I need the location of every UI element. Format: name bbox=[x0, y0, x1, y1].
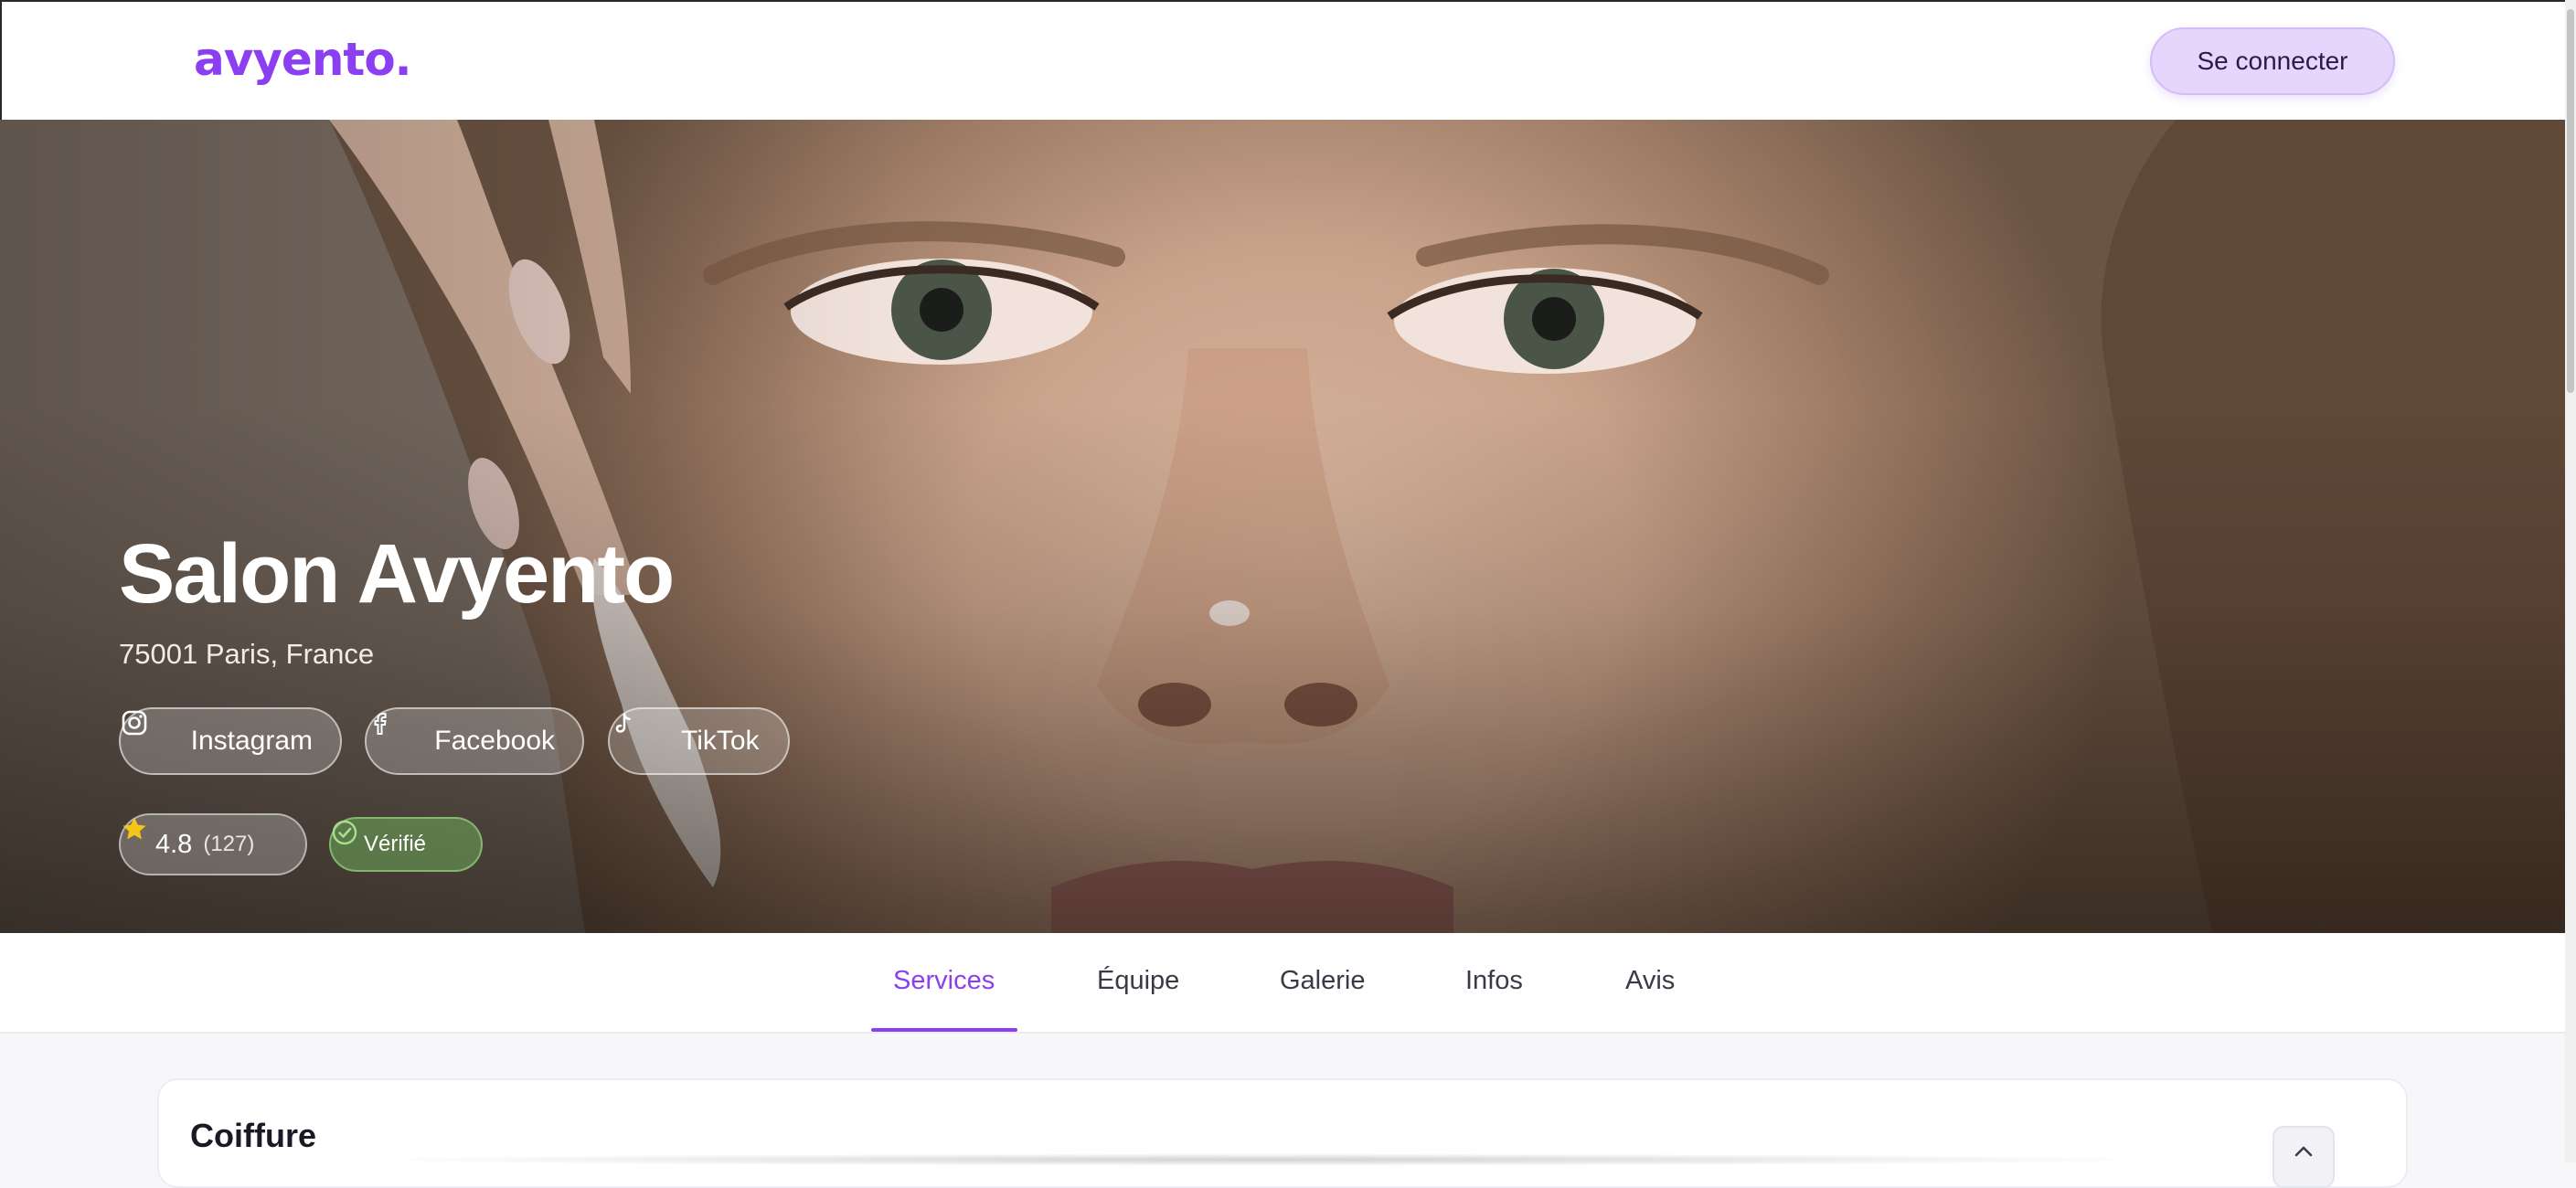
salon-name-heading: Salon Avyento bbox=[119, 527, 675, 621]
page-scrollbar[interactable] bbox=[2565, 0, 2576, 1162]
tab-avis[interactable]: Avis bbox=[1625, 966, 1675, 996]
top-navigation-bar: avyento. Se connecter bbox=[0, 0, 2565, 120]
tab-equipe[interactable]: Équipe bbox=[1097, 966, 1179, 996]
tiktok-icon bbox=[615, 713, 665, 755]
facebook-icon bbox=[374, 712, 418, 755]
tab-galerie[interactable]: Galerie bbox=[1280, 966, 1366, 996]
tiktok-label: TikTok bbox=[681, 726, 760, 756]
verified-badge: Vérifié bbox=[329, 817, 483, 872]
verified-label: Vérifié bbox=[364, 832, 427, 856]
instagram-button[interactable]: Instagram bbox=[119, 707, 342, 775]
scrollbar-thumb[interactable] bbox=[2567, 9, 2574, 393]
review-count: (127) bbox=[203, 832, 255, 856]
tab-services[interactable]: Services bbox=[893, 966, 995, 996]
active-tab-indicator bbox=[871, 1028, 1017, 1032]
tab-infos[interactable]: Infos bbox=[1465, 966, 1523, 996]
collapse-button[interactable] bbox=[2273, 1126, 2335, 1188]
instagram-label: Instagram bbox=[190, 726, 313, 756]
facebook-button[interactable]: Facebook bbox=[365, 707, 584, 775]
service-category-card: Coiffure bbox=[157, 1078, 2408, 1188]
brand-logo[interactable]: avyento. bbox=[194, 33, 412, 86]
instagram-icon bbox=[122, 710, 175, 755]
floating-shadow bbox=[347, 1153, 2176, 1166]
rating-value: 4.8 bbox=[155, 829, 193, 859]
salon-hero-banner: Salon Avyento 75001 Paris, France Instag… bbox=[0, 120, 2565, 933]
salon-address: 75001 Paris, France bbox=[119, 638, 375, 670]
salon-tabs: Services Équipe Galerie Infos Avis bbox=[0, 933, 2565, 1034]
category-title: Coiffure bbox=[190, 1117, 316, 1154]
facebook-label: Facebook bbox=[434, 726, 555, 756]
tiktok-button[interactable]: TikTok bbox=[608, 707, 790, 775]
chevron-up-icon bbox=[2293, 1144, 2315, 1163]
rating-badge[interactable]: 4.8 (127) bbox=[119, 813, 307, 875]
login-button[interactable]: Se connecter bbox=[2150, 27, 2395, 95]
